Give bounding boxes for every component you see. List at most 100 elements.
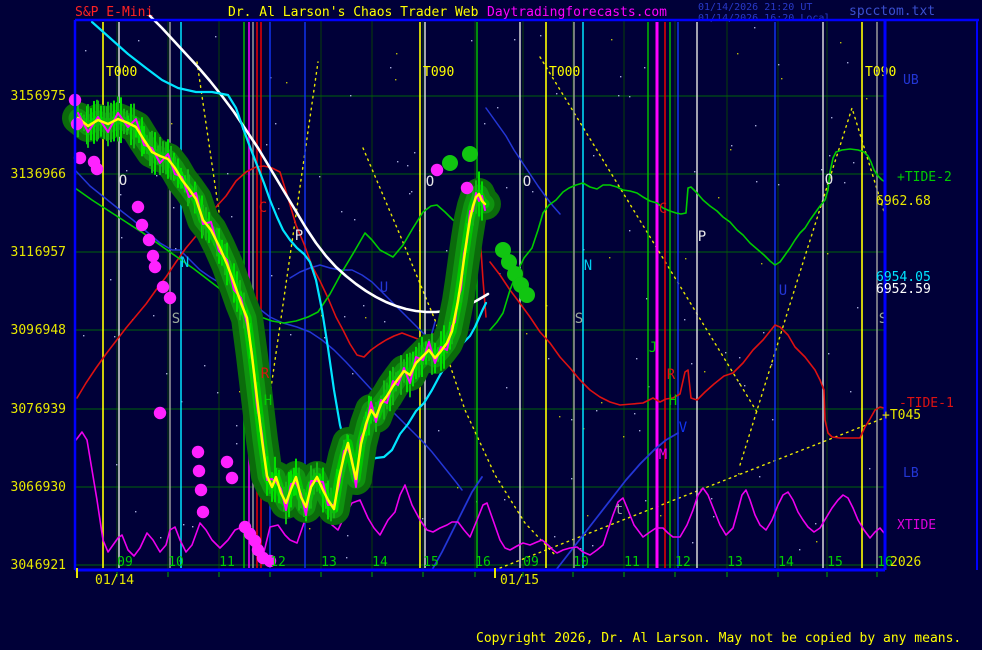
hour-label-day1: 14 (372, 555, 388, 570)
star-dot (344, 316, 345, 317)
star-dot (236, 425, 237, 426)
star-dot (754, 27, 755, 28)
star-dot (363, 305, 364, 306)
star-dot (309, 528, 310, 529)
clamshell-letter: S (172, 311, 180, 327)
star-dot (778, 64, 779, 65)
star-dot (711, 498, 712, 499)
star-dot (422, 518, 423, 519)
star-dot (844, 182, 845, 183)
clamshell-letter: O (523, 174, 531, 190)
star-dot (121, 237, 122, 238)
y-axis-futures-label: 6948 (35, 323, 66, 338)
clamshell-letter: C (659, 201, 667, 217)
star-dot (737, 53, 738, 54)
star-dot (781, 78, 782, 79)
right-margin-label: XTIDE (897, 518, 936, 533)
hour-label-day1: 12 (270, 555, 286, 570)
star-dot (685, 258, 686, 259)
green-blob (442, 155, 458, 171)
y-axis-futures-label: 6957 (35, 245, 66, 260)
star-dot (646, 298, 647, 299)
green-blob (462, 146, 478, 162)
star-dot (497, 107, 498, 108)
star-dot (866, 98, 867, 99)
hour-label-day2: 12 (675, 555, 691, 570)
star-dot (354, 219, 355, 220)
y-axis-cash-label: 315 (11, 89, 34, 104)
star-dot (171, 123, 172, 124)
star-dot (713, 516, 714, 517)
star-dot (763, 332, 764, 333)
clamshell-letter: N (181, 255, 189, 271)
star-dot (850, 391, 851, 392)
star-dot (266, 144, 267, 145)
star-dot (341, 211, 342, 212)
star-dot (83, 335, 84, 336)
star-dot (397, 161, 398, 162)
y-axis-cash-label: 313 (11, 167, 34, 182)
dotted-t045_line (500, 418, 884, 568)
star-dot (153, 315, 154, 316)
star-dot (446, 250, 447, 251)
star-dot (684, 319, 685, 320)
star-dot (828, 353, 829, 354)
hour-label-day2: 14 (778, 555, 794, 570)
star-dot (730, 149, 731, 150)
star-dot (704, 371, 705, 372)
star-dot (514, 39, 515, 40)
star-dot (618, 95, 619, 96)
signal-dot (143, 234, 155, 246)
star-dot (286, 82, 287, 83)
star-dot (645, 500, 646, 501)
star-dot (556, 93, 557, 94)
star-dot (526, 333, 527, 334)
star-dot (601, 402, 602, 403)
clamshell-letter: V (679, 420, 688, 436)
star-dot (596, 410, 597, 411)
star-dot (352, 373, 353, 374)
star-dot (634, 413, 635, 414)
star-dot (738, 473, 739, 474)
star-dot (457, 487, 458, 488)
star-dot (116, 464, 117, 465)
y-axis-futures-label: 6921 (35, 558, 66, 573)
star-dot (639, 430, 640, 431)
signal-dot (195, 484, 207, 496)
star-dot (847, 62, 848, 63)
hour-label-day2: 13 (727, 555, 743, 570)
star-dot (540, 35, 541, 36)
hour-label-day2: 15 (827, 555, 843, 570)
y-axis-cash-label: 311 (11, 245, 34, 260)
signal-dot (157, 281, 169, 293)
star-dot (532, 191, 533, 192)
star-dot (227, 173, 228, 174)
chaos-trader-chart-page: S&P E-Mini Dr. Al Larson's Chaos Trader … (0, 0, 982, 650)
star-dot (827, 253, 828, 254)
star-dot (173, 207, 174, 208)
star-dot (411, 191, 412, 192)
star-dot (744, 385, 745, 386)
star-dot (347, 535, 348, 536)
star-dot (319, 176, 320, 177)
y-axis-cash-label: 304 (11, 558, 35, 573)
hour-label-day2: 09 (523, 555, 539, 570)
star-dot (548, 358, 549, 359)
t-line-label: T090 (423, 65, 454, 80)
star-dot (869, 468, 870, 469)
signal-dot (136, 219, 148, 231)
star-dot (840, 42, 841, 43)
signal-dot (91, 163, 103, 175)
star-dot (166, 373, 167, 374)
star-dot (120, 194, 121, 195)
star-dot (395, 79, 396, 80)
signal-dot (197, 506, 209, 518)
star-dot (692, 542, 693, 543)
star-dot (183, 524, 184, 525)
right-margin-label: 6962.68 (876, 194, 931, 209)
clamshell-letter: P (295, 228, 303, 244)
star-dot (85, 50, 86, 51)
copyright-text: Copyright 2026, Dr. Al Larson. May not b… (476, 631, 961, 646)
star-dot (365, 317, 366, 318)
y-axis-cash-label: 309 (11, 323, 34, 338)
